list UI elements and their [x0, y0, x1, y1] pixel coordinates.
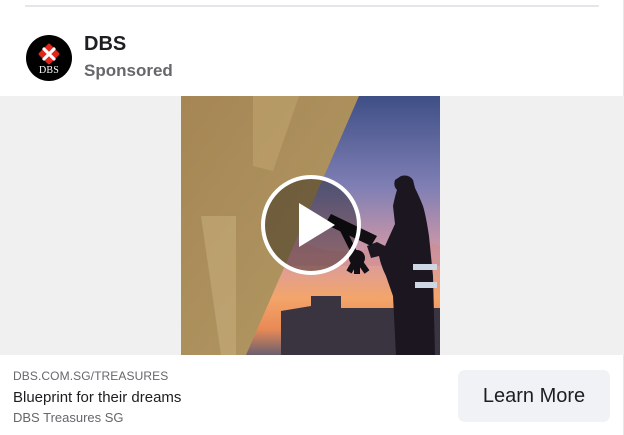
link-domain: DBS.COM.SG/TREASURES: [13, 369, 169, 383]
post-header: DBS DBS Sponsored: [26, 33, 173, 83]
dbs-logo-icon: [38, 43, 60, 64]
avatar-wordmark: DBS: [38, 64, 60, 76]
play-button[interactable]: [261, 175, 361, 275]
sponsored-label[interactable]: Sponsored: [84, 60, 173, 82]
page-name[interactable]: DBS: [84, 32, 173, 56]
video-frame[interactable]: [181, 96, 440, 355]
learn-more-button[interactable]: Learn More: [458, 370, 610, 422]
ad-media[interactable]: [0, 96, 624, 355]
link-footer[interactable]: DBS.COM.SG/TREASURES Blueprint for their…: [0, 355, 624, 435]
top-divider: [25, 5, 599, 7]
link-headline: Blueprint for their dreams: [13, 389, 182, 406]
sponsored-post-card: DBS DBS Sponsored DBS.COM.SG/TREASURES B…: [0, 0, 624, 435]
link-description: DBS Treasures SG: [13, 410, 124, 425]
link-text[interactable]: DBS.COM.SG/TREASURES Blueprint for their…: [13, 369, 181, 426]
header-text: DBS Sponsored: [84, 32, 173, 82]
avatar[interactable]: DBS: [26, 35, 72, 81]
play-icon: [261, 175, 361, 275]
